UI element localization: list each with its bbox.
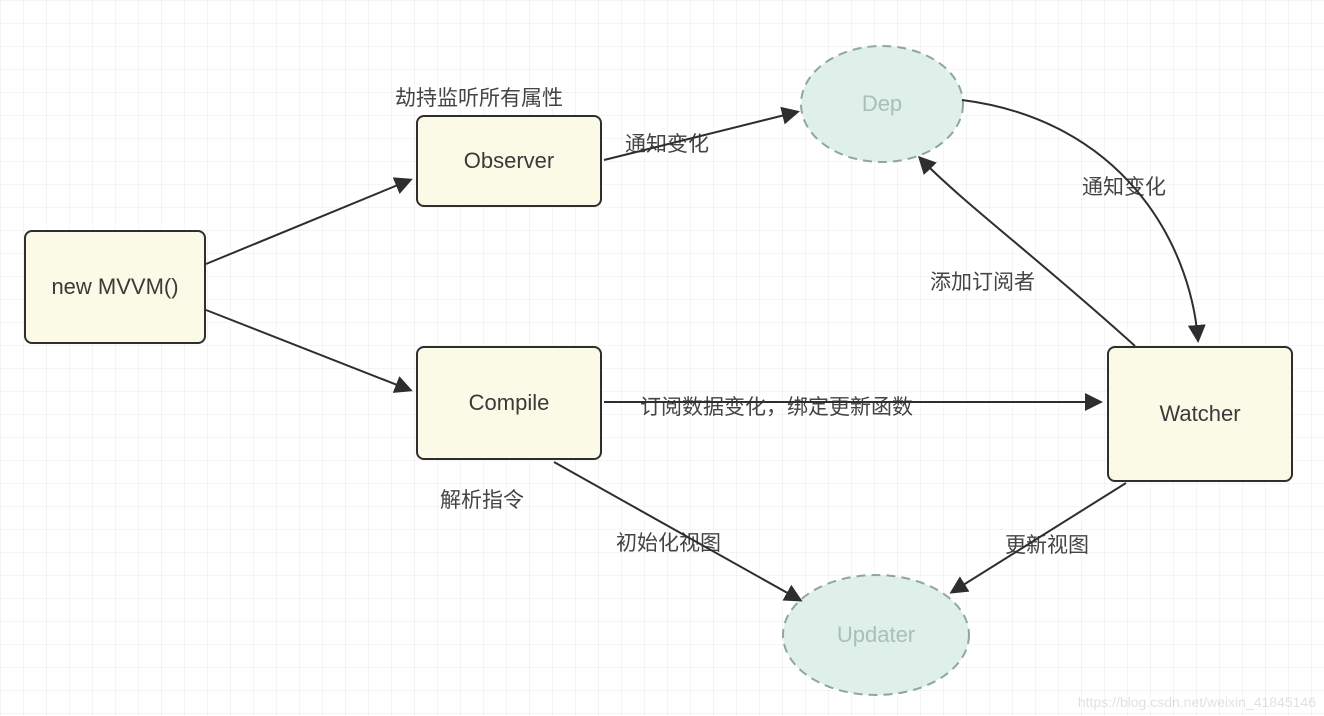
- label-notify2: 通知变化: [1082, 171, 1166, 201]
- watermark: https://blog.csdn.net/weixin_41845146: [1078, 694, 1316, 710]
- node-watcher: Watcher: [1107, 346, 1293, 482]
- node-dep: Dep: [801, 46, 963, 162]
- node-compile: Compile: [416, 346, 602, 460]
- label-addsub: 添加订阅者: [930, 266, 1035, 296]
- label-parse: 解析指令: [440, 484, 524, 514]
- node-observer-label: Observer: [464, 148, 554, 174]
- node-compile-label: Compile: [469, 390, 550, 416]
- label-intercept: 劫持监听所有属性: [395, 82, 563, 112]
- label-updateview: 更新视图: [1005, 529, 1089, 559]
- label-subscribe: 订阅数据变化，绑定更新函数: [640, 391, 913, 421]
- node-mvvm: new MVVM(): [24, 230, 206, 344]
- label-initview: 初始化视图: [616, 527, 721, 557]
- node-observer: Observer: [416, 115, 602, 207]
- label-notify1: 通知变化: [625, 128, 709, 158]
- node-mvvm-label: new MVVM(): [51, 274, 178, 300]
- node-updater: Updater: [783, 575, 969, 695]
- node-dep-label: Dep: [862, 91, 902, 117]
- node-watcher-label: Watcher: [1159, 401, 1240, 427]
- node-updater-label: Updater: [837, 622, 915, 648]
